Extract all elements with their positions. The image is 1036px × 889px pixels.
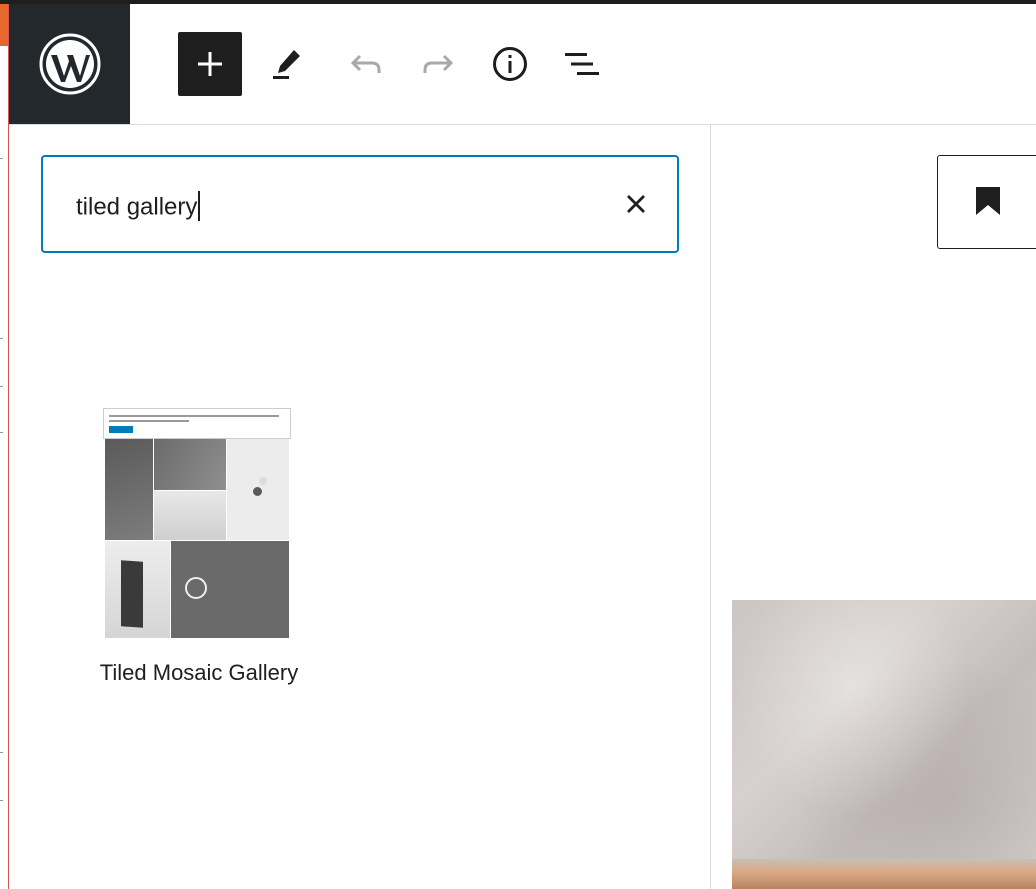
photo-shelf-edge	[732, 859, 1036, 889]
tiled-mosaic-gallery-preview	[103, 408, 291, 639]
wordpress-logo-icon[interactable]	[9, 4, 130, 124]
block-search-input[interactable]: tiled gallery	[41, 155, 679, 253]
undo-icon	[350, 54, 381, 73]
admin-edge-line	[8, 4, 9, 889]
redo-button[interactable]	[406, 32, 470, 96]
stone-texture-photo	[732, 600, 1036, 889]
editor-toolbar	[9, 4, 1036, 125]
preview-notice	[103, 408, 291, 439]
plus-icon	[198, 52, 222, 76]
redo-icon	[423, 54, 454, 73]
bookmark-icon	[976, 187, 1000, 215]
left-admin-edge	[0, 4, 9, 889]
bookmark-button[interactable]	[937, 155, 1036, 249]
list-view-icon	[565, 53, 599, 75]
list-view-button[interactable]	[550, 32, 614, 96]
block-result-tiled-mosaic-gallery[interactable]: Tiled Mosaic Gallery	[84, 403, 314, 703]
pencil-icon	[273, 50, 300, 79]
close-icon	[627, 195, 645, 213]
panel-divider	[710, 125, 711, 889]
undo-button[interactable]	[334, 32, 398, 96]
details-button[interactable]	[478, 32, 542, 96]
text-caret	[198, 191, 201, 221]
block-result-label: Tiled Mosaic Gallery	[99, 660, 299, 685]
clear-search-button[interactable]	[621, 189, 651, 219]
add-block-button[interactable]	[178, 32, 242, 96]
search-input-value[interactable]: tiled gallery	[76, 191, 201, 223]
info-icon	[493, 47, 527, 81]
tools-button[interactable]	[255, 32, 319, 96]
